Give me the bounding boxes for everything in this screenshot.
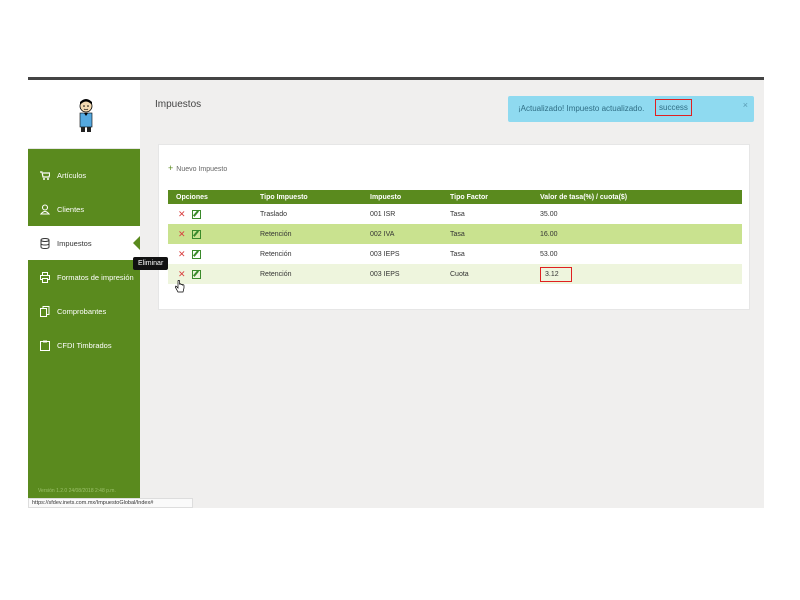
table-row: ✕ Retención 003 IEPS Cuota 3.12: [168, 264, 742, 284]
cell-valor: 35.00: [540, 210, 558, 218]
cell-tipo: Retención: [260, 264, 370, 284]
table-header-row: Opciones Tipo Impuesto Impuesto Tipo Fac…: [168, 190, 742, 204]
sidebar-item-label: CFDI Timbrados: [57, 340, 112, 350]
cell-impuesto: 003 IEPS: [370, 250, 400, 258]
column-header-tipo-factor[interactable]: Tipo Factor: [450, 190, 540, 204]
sidebar-item-label: Impuestos: [57, 238, 92, 248]
highlighted-value: 3.12: [540, 266, 572, 282]
edit-icon[interactable]: [191, 210, 201, 220]
cell-impuesto: 001 ISR: [370, 210, 396, 218]
cell-impuesto: 003 IEPS: [370, 264, 450, 284]
delete-icon[interactable]: ✕: [178, 269, 186, 279]
cell-factor: Tasa: [450, 224, 540, 244]
plus-icon: +: [168, 163, 174, 173]
new-tax-link[interactable]: + Nuevo Impuesto: [168, 163, 227, 173]
edit-icon[interactable]: [191, 250, 201, 260]
sidebar-item-label: Formatos de impresión: [57, 272, 134, 282]
sidebar-item-articulos[interactable]: Artículos: [28, 158, 140, 192]
sidebar: Artículos Clientes Impuestos Formatos de…: [28, 80, 141, 508]
success-alert: ¡Actualizado! Impuesto actualizado. succ…: [508, 96, 754, 122]
page-title: Impuestos: [155, 99, 202, 110]
cell-tipo: Retención: [260, 224, 370, 244]
cell-tipo: Retención: [260, 250, 292, 258]
app-window: Artículos Clientes Impuestos Formatos de…: [28, 80, 764, 508]
cell-valor: 53.00: [540, 250, 558, 258]
alert-status-highlight: success: [655, 99, 692, 116]
hand-cursor-icon: [175, 280, 185, 293]
sidebar-item-label: Comprobantes: [57, 306, 107, 316]
new-tax-label: Nuevo Impuesto: [176, 166, 228, 173]
impuestos-panel: + Nuevo Impuesto Opciones Tipo Impuesto I…: [158, 144, 750, 310]
column-header-tipo-impuesto[interactable]: Tipo Impuesto: [260, 190, 370, 204]
cell-impuesto: 002 IVA: [370, 224, 450, 244]
sidebar-item-comprobantes[interactable]: Comprobantes: [28, 294, 140, 328]
sidebar-nav: Artículos Clientes Impuestos Formatos de…: [28, 158, 141, 362]
avatar-logo-icon: [79, 99, 93, 132]
delete-icon[interactable]: ✕: [178, 249, 186, 259]
cell-factor: Tasa: [450, 210, 465, 218]
clipboard-icon: [40, 340, 50, 351]
row-options: ✕: [168, 204, 260, 224]
edit-icon[interactable]: [191, 270, 201, 280]
column-header-opciones[interactable]: Opciones: [168, 190, 260, 204]
taxes-table: Opciones Tipo Impuesto Impuesto Tipo Fac…: [168, 190, 742, 284]
sidebar-item-impuestos[interactable]: Impuestos: [28, 226, 141, 260]
sidebar-item-formatos[interactable]: Formatos de impresión: [28, 260, 140, 294]
logo-area: [28, 80, 140, 149]
documents-icon: [40, 305, 50, 317]
row-options: ✕: [168, 244, 260, 264]
cell-valor: 3.12: [540, 264, 742, 284]
table-row: ✕ Retención 003 IEPS Tasa 53.00: [168, 244, 742, 264]
sidebar-item-clientes[interactable]: Clientes: [28, 192, 140, 226]
close-icon[interactable]: ×: [743, 100, 748, 110]
status-bar-url: https://sfdev.inets.com.mx/ImpuestoGloba…: [28, 498, 193, 508]
cell-factor: Cuota: [450, 264, 540, 284]
alert-message: ¡Actualizado! Impuesto actualizado.: [518, 104, 645, 113]
database-icon: [40, 237, 50, 249]
cell-tipo: Traslado: [260, 210, 287, 218]
table-row: ✕ Retención 002 IVA Tasa 16.00: [168, 224, 742, 244]
edit-icon[interactable]: [191, 230, 201, 240]
sidebar-item-cfdi[interactable]: CFDI Timbrados: [28, 328, 140, 362]
column-header-valor[interactable]: Valor de tasa(%) / cuota($): [540, 190, 742, 204]
column-header-impuesto[interactable]: Impuesto: [370, 190, 450, 204]
delete-icon[interactable]: ✕: [178, 229, 186, 239]
printer-icon: [40, 271, 50, 283]
delete-icon[interactable]: ✕: [178, 209, 186, 219]
row-options: ✕: [168, 224, 260, 244]
table-row: ✕ Traslado 001 ISR Tasa 35.00: [168, 204, 742, 224]
cell-valor: 16.00: [540, 224, 742, 244]
sidebar-item-label: Clientes: [57, 204, 85, 214]
version-label: Versión 1.2.0 24/08/2018 2:48 p.m.: [38, 488, 116, 494]
delete-tooltip: Eliminar: [133, 257, 169, 270]
main-content: Impuestos ¡Actualizado! Impuesto actuali…: [140, 80, 764, 508]
user-icon: [40, 203, 50, 215]
sidebar-item-label: Artículos: [57, 170, 87, 180]
cart-icon: [40, 170, 50, 180]
cell-factor: Tasa: [450, 250, 465, 258]
